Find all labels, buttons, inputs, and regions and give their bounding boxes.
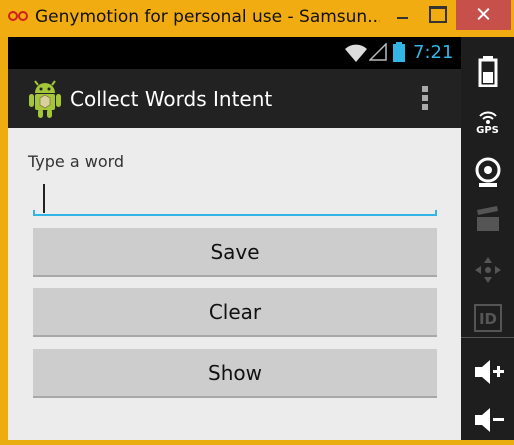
close-button[interactable] bbox=[456, 0, 511, 30]
overflow-menu-icon[interactable] bbox=[418, 85, 434, 113]
main-content: Type a word Save Clear Show bbox=[8, 128, 461, 440]
sidebar-item-dpad[interactable] bbox=[461, 247, 514, 295]
word-input[interactable] bbox=[33, 178, 437, 208]
android-screen: 7:21 Collect Words Intent Type a word Sa… bbox=[8, 37, 461, 440]
camera-icon bbox=[475, 157, 501, 187]
sidebar-item-volume-down[interactable] bbox=[461, 397, 514, 445]
action-bar: Collect Words Intent bbox=[8, 69, 461, 128]
gps-icon bbox=[479, 111, 497, 124]
android-icon bbox=[29, 80, 61, 118]
battery-icon bbox=[478, 56, 498, 87]
app-title: Collect Words Intent bbox=[70, 87, 273, 111]
sidebar-item-id[interactable]: ID bbox=[461, 295, 514, 343]
video-icon bbox=[477, 206, 499, 231]
sidebar-separator bbox=[461, 337, 514, 338]
sidebar-item-volume-up[interactable] bbox=[461, 349, 514, 397]
sidebar-item-video[interactable] bbox=[461, 197, 514, 245]
save-button[interactable]: Save bbox=[33, 228, 437, 277]
window-title-bar[interactable]: Genymotion for personal use - Samsun... bbox=[0, 0, 514, 37]
dpad-icon bbox=[475, 257, 501, 283]
minimize-button[interactable] bbox=[384, 0, 424, 30]
text-cursor bbox=[43, 184, 45, 213]
sidebar-item-battery[interactable] bbox=[461, 47, 514, 95]
emulator-sidebar: GPS ID bbox=[461, 37, 514, 440]
prompt-label: Type a word bbox=[28, 152, 125, 171]
maximize-button[interactable] bbox=[420, 0, 456, 30]
input-underline bbox=[33, 210, 437, 216]
sidebar-item-camera[interactable] bbox=[461, 147, 514, 195]
id-label: ID bbox=[479, 310, 497, 328]
window-title: Genymotion for personal use - Samsun... bbox=[35, 7, 380, 27]
gps-label: GPS bbox=[476, 125, 499, 136]
show-button[interactable]: Show bbox=[33, 349, 437, 398]
volume-up-icon bbox=[475, 360, 504, 384]
clear-button[interactable]: Clear bbox=[33, 288, 437, 337]
sidebar-item-gps[interactable]: GPS bbox=[461, 99, 514, 147]
status-bar: 7:21 bbox=[8, 37, 461, 69]
emulator-window: Genymotion for personal use - Samsun... … bbox=[0, 0, 514, 440]
battery-icon bbox=[393, 42, 405, 62]
id-icon: ID bbox=[474, 304, 502, 332]
status-time: 7:21 bbox=[413, 42, 454, 63]
volume-down-icon bbox=[475, 408, 504, 432]
wifi-icon bbox=[345, 44, 367, 62]
signal-icon bbox=[369, 43, 387, 61]
genymotion-logo-icon bbox=[8, 10, 30, 24]
